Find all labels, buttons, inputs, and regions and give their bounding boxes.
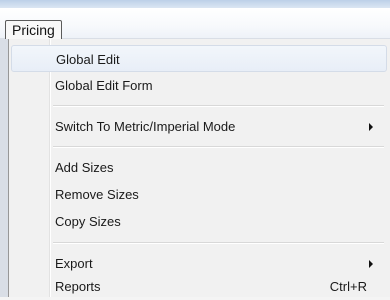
menu-bar: Pricing xyxy=(0,8,390,41)
menu-item-label: Add Sizes xyxy=(55,160,114,175)
menu-item-add-sizes[interactable]: Add Sizes xyxy=(11,154,387,181)
menu-item-label: Remove Sizes xyxy=(55,187,139,202)
menu-separator xyxy=(53,105,384,107)
menu-item-label: Global Edit Form xyxy=(55,78,153,93)
pricing-dropdown-menu: Global Edit Global Edit Form Switch To M… xyxy=(8,39,390,297)
menu-item-reports[interactable]: Reports Ctrl+R xyxy=(11,273,387,300)
window-edge xyxy=(0,39,8,297)
menu-separator xyxy=(53,146,384,148)
menu-separator xyxy=(53,242,384,244)
menu-item-label: Global Edit xyxy=(56,52,120,67)
menu-item-label: Reports xyxy=(55,279,101,294)
menu-item-copy-sizes[interactable]: Copy Sizes xyxy=(11,208,387,235)
menu-item-shortcut: Ctrl+R xyxy=(329,279,367,294)
menu-item-label: Switch To Metric/Imperial Mode xyxy=(55,119,236,134)
chevron-right-icon xyxy=(369,260,373,268)
menu-item-label: Copy Sizes xyxy=(55,214,121,229)
menu-item-global-edit-form[interactable]: Global Edit Form xyxy=(11,72,387,99)
menu-pricing[interactable]: Pricing xyxy=(5,20,62,41)
menu-item-label: Export xyxy=(55,256,93,271)
menu-item-switch-metric-imperial[interactable]: Switch To Metric/Imperial Mode xyxy=(11,113,387,140)
menu-item-global-edit[interactable]: Global Edit xyxy=(11,45,387,72)
window-title-bar xyxy=(0,0,390,8)
menu-item-remove-sizes[interactable]: Remove Sizes xyxy=(11,181,387,208)
chevron-right-icon xyxy=(369,123,373,131)
